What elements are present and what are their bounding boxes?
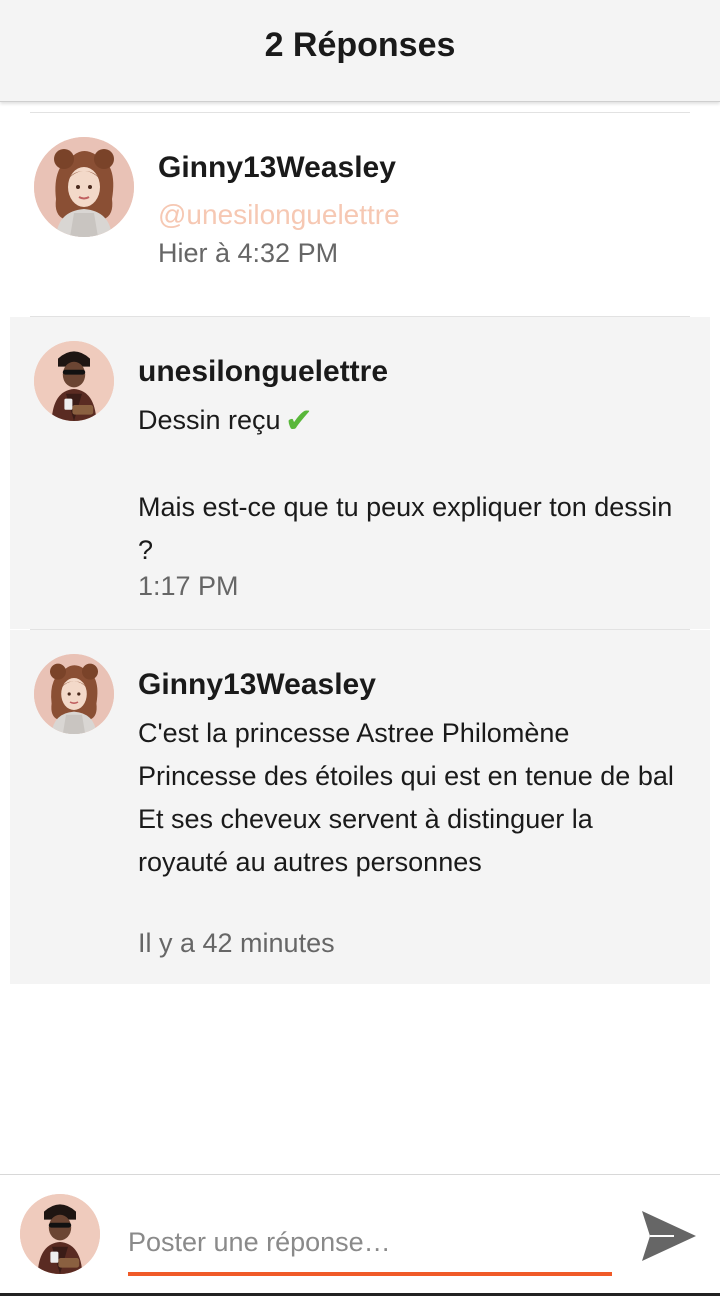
author-name[interactable]: Ginny13Weasley (138, 668, 376, 702)
reply-line: Dessin reçu (138, 405, 281, 435)
timestamp: Il y a 42 minutes (138, 928, 335, 958)
author-name[interactable]: unesilonguelettre (138, 355, 388, 389)
author-name[interactable]: Ginny13Weasley (158, 151, 396, 185)
reply-text: Dessin reçu ✔ Mais est-ce que tu peux exp… (138, 399, 678, 572)
top-bar: 2 Réponses (0, 0, 720, 102)
avatar[interactable] (34, 654, 114, 734)
timestamp: 1:17 PM (138, 571, 239, 601)
avatar-girl-illustration (34, 137, 134, 237)
reply-line: C'est la princesse Astree Philomène (138, 718, 570, 748)
avatar[interactable] (34, 341, 114, 421)
input-underline (128, 1272, 612, 1276)
reply-item: unesilonguelettre Dessin reçu ✔ Mais est-… (10, 317, 710, 629)
send-icon (642, 1211, 696, 1261)
send-button[interactable] (638, 1205, 700, 1267)
check-mark-icon: ✔ (284, 402, 314, 440)
compose-bar (0, 1174, 720, 1297)
avatar-girl-illustration (34, 654, 114, 734)
reply-text: C'est la princesse Astree Philomène Prin… (138, 712, 678, 884)
reply-item: Ginny13Weasley C'est la princesse Astree… (10, 630, 710, 984)
reply-line: Et ses cheveux servent à distinguer la r… (138, 804, 593, 877)
avatar[interactable] (20, 1194, 100, 1274)
avatar-boy-illustration (20, 1194, 100, 1274)
reply-input[interactable] (128, 1217, 612, 1267)
timestamp: Hier à 4:32 PM (158, 238, 339, 268)
avatar[interactable] (34, 137, 134, 237)
page-title: 2 Réponses (264, 26, 456, 64)
avatar-boy-illustration (34, 341, 114, 421)
reply-line: Princesse des étoiles qui est en tenue d… (138, 761, 674, 791)
original-post: Ginny13Weasley @unesilonguelettre Hier à… (0, 113, 720, 316)
mention-link[interactable]: @unesilonguelettre (158, 199, 400, 231)
reply-line: Mais est-ce que tu peux expliquer ton de… (138, 492, 673, 565)
